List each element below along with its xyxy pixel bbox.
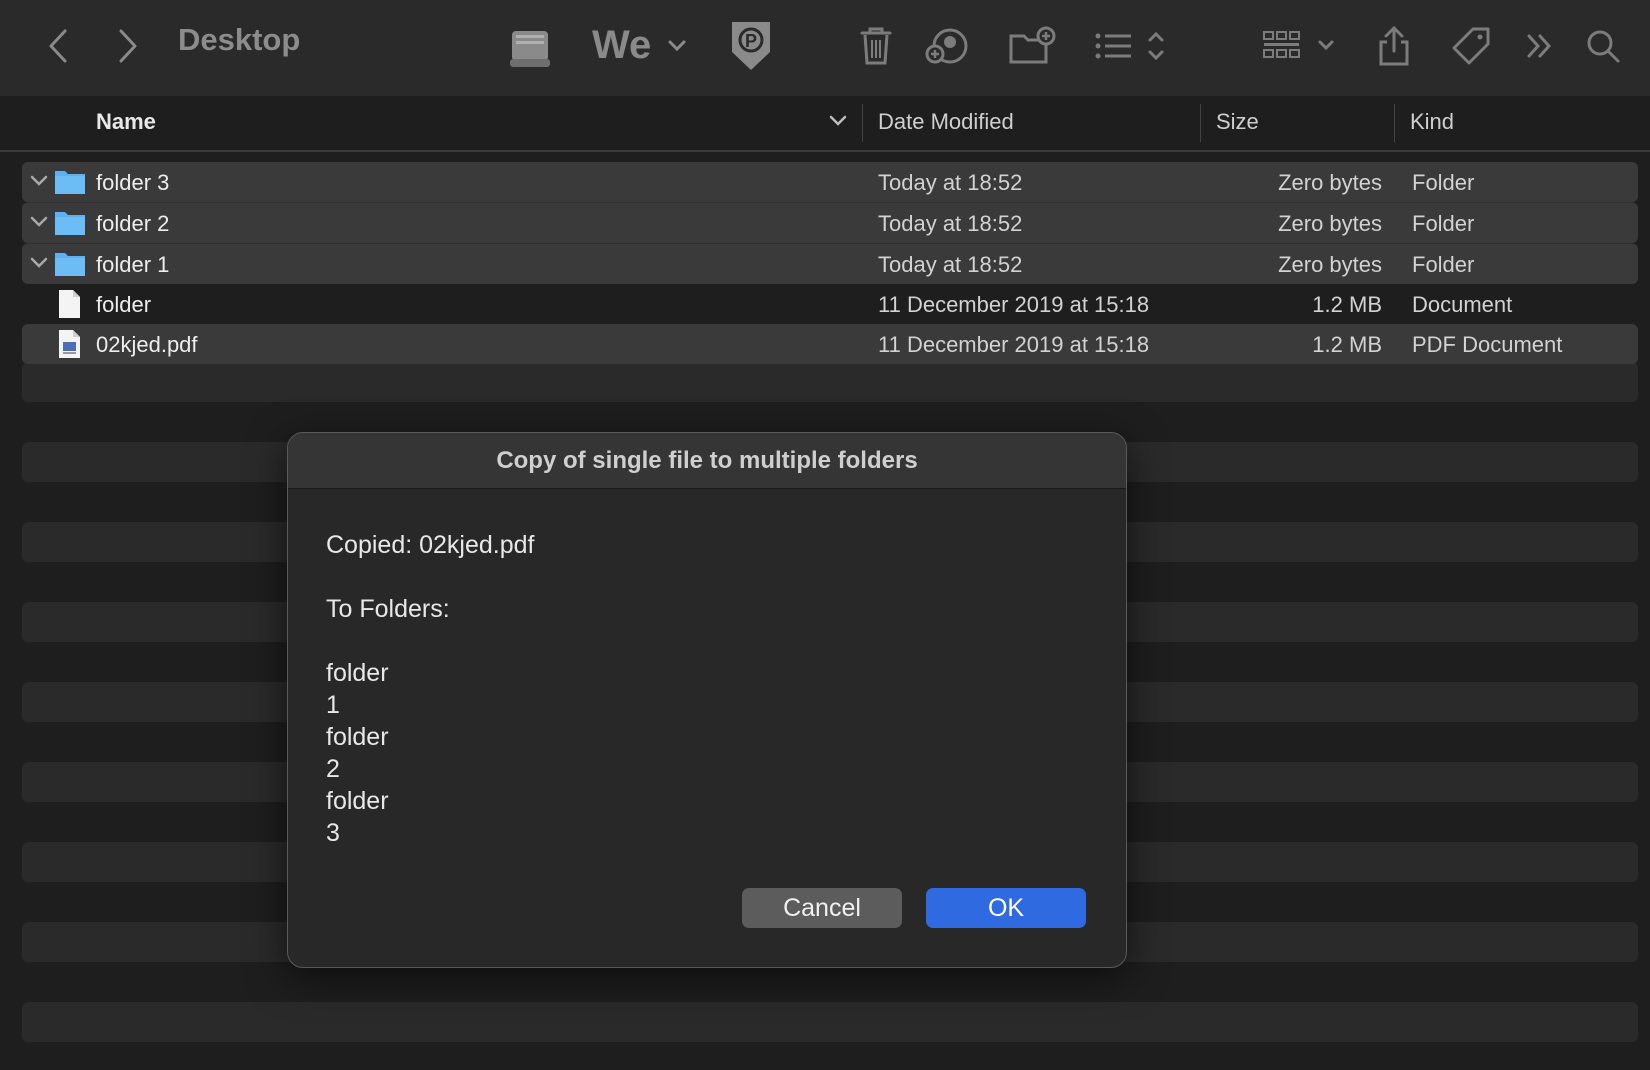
ok-button[interactable]: OK [926, 888, 1086, 928]
table-row[interactable]: 02kjed.pdf 11 December 2019 at 15:18 1.2… [22, 324, 1638, 364]
row-date: Today at 18:52 [878, 252, 1023, 277]
row-size: Zero bytes [1278, 211, 1382, 236]
wetransfer-icon[interactable]: We [590, 18, 690, 74]
trash-icon[interactable] [856, 18, 896, 74]
row-date: 11 December 2019 at 15:18 [878, 292, 1150, 317]
dialog-title: Copy of single file to multiple folders [496, 446, 918, 474]
row-name: folder 2 [96, 211, 170, 236]
folder-icon [54, 249, 86, 283]
row-size: 1.2 MB [1312, 332, 1382, 357]
folder-list-line: folder [326, 723, 389, 751]
column-size[interactable]: Size [1216, 109, 1259, 135]
disclosure-chevron-icon[interactable] [28, 252, 50, 274]
row-name: folder 3 [96, 170, 170, 195]
empty-row [22, 1002, 1638, 1042]
row-kind: Folder [1412, 252, 1475, 277]
folder-icon [54, 167, 86, 201]
row-kind: PDF Document [1412, 332, 1563, 357]
more-icon[interactable] [1524, 18, 1556, 74]
row-kind: Folder [1412, 211, 1475, 236]
cancel-button[interactable]: Cancel [742, 888, 902, 928]
share-icon[interactable] [1376, 18, 1412, 74]
column-divider[interactable] [1200, 104, 1201, 142]
column-divider[interactable] [1394, 104, 1395, 142]
search-icon[interactable] [1584, 18, 1622, 74]
row-date: 11 December 2019 at 15:18 [878, 332, 1150, 357]
new-folder-icon[interactable] [1008, 18, 1056, 74]
folder-icon [54, 208, 86, 242]
window-title: Desktop [178, 22, 301, 57]
empty-row [22, 362, 1638, 402]
tag-icon[interactable] [1450, 18, 1492, 74]
list-view-icon[interactable] [1094, 18, 1166, 74]
toolbar: Desktop We P [0, 0, 1650, 98]
forward-icon[interactable] [110, 18, 146, 74]
row-name: 02kjed.pdf [96, 332, 198, 357]
back-icon[interactable] [40, 18, 76, 74]
folder-list-line: 2 [326, 755, 340, 783]
folder-list-line: 3 [326, 819, 340, 847]
to-folders-label: To Folders: [326, 595, 450, 623]
folder-list-line: 1 [326, 691, 340, 719]
file-list: folder 3 Today at 18:52 Zero bytes Folde… [22, 162, 1638, 364]
grid-view-icon[interactable] [1262, 18, 1338, 74]
table-row[interactable]: folder 1 Today at 18:52 Zero bytes Folde… [22, 243, 1638, 284]
row-kind: Folder [1412, 170, 1475, 195]
row-name: folder [96, 292, 152, 317]
row-size: Zero bytes [1278, 252, 1382, 277]
folder-list-line: folder [326, 659, 389, 687]
document-icon [54, 289, 84, 325]
sort-chevron-icon[interactable] [828, 114, 848, 133]
share-user-icon[interactable] [924, 18, 970, 74]
row-size: Zero bytes [1278, 170, 1382, 195]
row-kind: Document [1412, 292, 1513, 317]
parking-icon[interactable]: P [726, 18, 776, 74]
folder-list-line: folder [326, 787, 389, 815]
row-date: Today at 18:52 [878, 170, 1023, 195]
finder-window: Desktop We P Name Date Modified Size Kin… [0, 0, 1650, 1070]
dialog-title-bar: Copy of single file to multiple folders [288, 433, 1126, 489]
row-date: Today at 18:52 [878, 211, 1023, 236]
column-divider[interactable] [862, 104, 863, 142]
table-row[interactable]: folder 11 December 2019 at 15:18 1.2 MB … [22, 284, 1638, 324]
pdf-file-icon [54, 329, 84, 365]
column-header: Name Date Modified Size Kind [0, 96, 1650, 152]
copy-dialog: Copy of single file to multiple folders … [287, 432, 1127, 968]
svg-text:We: We [592, 26, 651, 66]
copied-text: Copied: 02kjed.pdf [326, 531, 535, 559]
column-date-modified[interactable]: Date Modified [878, 109, 1014, 135]
dialog-message: Copied: 02kjed.pdf To Folders: folder 1 … [326, 529, 534, 849]
disclosure-chevron-icon[interactable] [28, 211, 50, 233]
row-size: 1.2 MB [1312, 292, 1382, 317]
disclosure-chevron-icon[interactable] [28, 170, 50, 192]
drive-icon[interactable] [505, 18, 555, 74]
table-row[interactable]: folder 3 Today at 18:52 Zero bytes Folde… [22, 162, 1638, 202]
svg-text:P: P [745, 31, 757, 51]
column-kind[interactable]: Kind [1410, 109, 1454, 135]
row-name: folder 1 [96, 252, 170, 277]
column-name[interactable]: Name [96, 109, 156, 135]
table-row[interactable]: folder 2 Today at 18:52 Zero bytes Folde… [22, 202, 1638, 243]
